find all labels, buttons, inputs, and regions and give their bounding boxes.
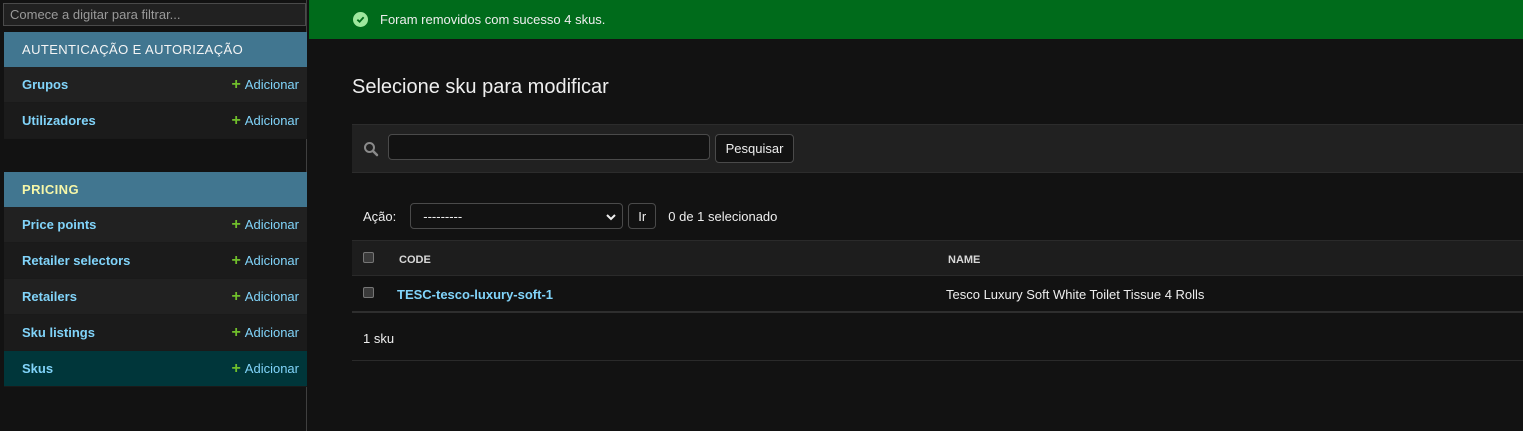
go-button[interactable]: Ir — [628, 203, 657, 229]
add-link-label: Adicionar — [244, 361, 299, 376]
add-link-label: Adicionar — [244, 289, 299, 304]
add-sku-listings-link[interactable]: + Adicionar — [231, 323, 299, 341]
sidebar-item-label[interactable]: Grupos — [22, 77, 68, 92]
sidebar-item-label[interactable]: Retailer selectors — [22, 253, 130, 268]
sidebar-item-price-points: Price points + Adicionar — [4, 207, 307, 243]
sidebar-item-retailer-selectors: Retailer selectors + Adicionar — [4, 243, 307, 279]
search-button[interactable]: Pesquisar — [715, 134, 794, 163]
add-link-label: Adicionar — [244, 217, 299, 232]
add-skus-link[interactable]: + Adicionar — [231, 359, 299, 377]
sidebar-item-label[interactable]: Skus — [22, 361, 53, 376]
sidebar-item-retailers: Retailers + Adicionar — [4, 279, 307, 315]
add-retailers-link[interactable]: + Adicionar — [231, 287, 299, 305]
module-pricing: PRICING Price points + Adicionar Retaile… — [4, 172, 307, 387]
table-row: TESC-tesco-luxury-soft-1 Tesco Luxury So… — [352, 276, 1523, 313]
plus-icon: + — [231, 251, 241, 269]
sidebar-item-label[interactable]: Utilizadores — [22, 113, 96, 128]
search-icon — [363, 141, 379, 160]
plus-icon: + — [231, 75, 241, 93]
nav-filter-container — [3, 3, 306, 26]
plus-icon: + — [231, 323, 241, 341]
add-link-label: Adicionar — [244, 77, 299, 92]
module-header-label: PRICING — [22, 182, 79, 197]
row-name-cell: Tesco Luxury Soft White Toilet Tissue 4 … — [946, 287, 1205, 302]
plus-icon: + — [231, 287, 241, 305]
add-utilizadores-link[interactable]: + Adicionar — [231, 111, 299, 129]
plus-icon: + — [231, 111, 241, 129]
row-checkbox[interactable] — [363, 287, 374, 298]
sidebar-item-skus: Skus + Adicionar — [4, 351, 307, 387]
action-select[interactable]: --------- — [410, 203, 624, 229]
add-grupos-link[interactable]: + Adicionar — [231, 75, 299, 93]
action-select-value: --------- — [423, 208, 463, 224]
action-label: Ação: — [363, 208, 397, 224]
select-all-checkbox[interactable] — [363, 252, 374, 263]
result-count: 1 sku — [363, 331, 395, 346]
column-header-code[interactable]: CODE — [399, 254, 431, 266]
page-title: Selecione sku para modificar — [352, 76, 609, 98]
sidebar-item-label[interactable]: Retailers — [22, 289, 77, 304]
module-header-label: AUTENTICAÇÃO E AUTORIZAÇÃO — [22, 42, 244, 57]
table-header: CODE NAME — [352, 240, 1523, 276]
sidebar-item-label[interactable]: Sku listings — [22, 325, 95, 340]
add-link-label: Adicionar — [244, 253, 299, 268]
sidebar-item-utilizadores: Utilizadores + Adicionar — [4, 103, 307, 139]
column-header-name[interactable]: NAME — [948, 254, 980, 266]
nav-filter-input[interactable] — [3, 3, 306, 26]
module-header-auth[interactable]: AUTENTICAÇÃO E AUTORIZAÇÃO — [4, 32, 307, 67]
check-circle-icon — [353, 12, 368, 27]
sidebar: AUTENTICAÇÃO E AUTORIZAÇÃO Grupos + Adic… — [0, 0, 307, 431]
success-message: Foram removidos com sucesso 4 skus. — [309, 0, 1523, 39]
selection-counter: 0 de 1 selecionado — [668, 208, 778, 224]
search-toolbar: Pesquisar — [352, 124, 1523, 173]
sidebar-item-label[interactable]: Price points — [22, 217, 96, 232]
add-link-label: Adicionar — [244, 113, 299, 128]
search-input[interactable] — [388, 134, 710, 160]
plus-icon: + — [231, 215, 241, 233]
row-code-link[interactable]: TESC-tesco-luxury-soft-1 — [397, 287, 553, 302]
chevron-down-icon — [606, 209, 616, 224]
add-retailer-selectors-link[interactable]: + Adicionar — [231, 251, 299, 269]
module-header-pricing[interactable]: PRICING — [4, 172, 307, 207]
sidebar-item-grupos: Grupos + Adicionar — [4, 67, 307, 103]
success-message-text: Foram removidos com sucesso 4 skus. — [380, 12, 606, 27]
add-price-points-link[interactable]: + Adicionar — [231, 215, 299, 233]
plus-icon: + — [231, 359, 241, 377]
main-content: Foram removidos com sucesso 4 skus. Sele… — [309, 0, 1523, 431]
add-link-label: Adicionar — [244, 325, 299, 340]
sidebar-item-sku-listings: Sku listings + Adicionar — [4, 315, 307, 351]
actions-bar: Ação: --------- Ir 0 de 1 selecionado — [352, 203, 777, 229]
results-table: CODE NAME TESC-tesco-luxury-soft-1 Tesco… — [352, 240, 1523, 313]
paginator: 1 sku — [352, 315, 1523, 361]
module-auth: AUTENTICAÇÃO E AUTORIZAÇÃO Grupos + Adic… — [4, 32, 307, 139]
